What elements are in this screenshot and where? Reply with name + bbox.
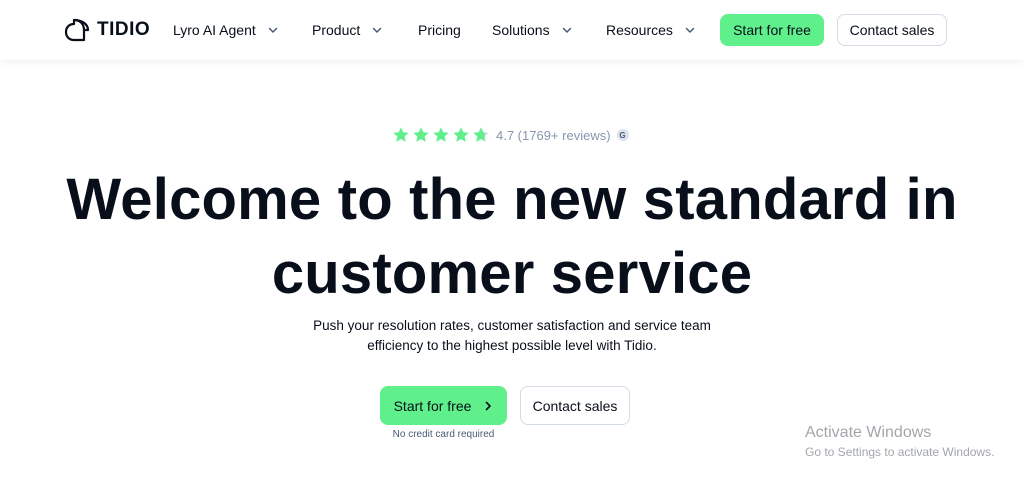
watermark-title: Activate Windows [805, 424, 932, 441]
brand-name: TIDIO [97, 19, 151, 40]
chevron-down-icon [268, 25, 278, 35]
g2-badge-icon: G [616, 129, 629, 141]
nav-contact-sales-button[interactable]: Contact sales [837, 14, 947, 46]
nav-item-lyro-ai-agent[interactable]: Lyro AI Agent [173, 20, 278, 40]
nav-item-resources[interactable]: Resources [606, 20, 695, 40]
chevron-down-icon [372, 25, 382, 35]
windows-activation-watermark: Activate Windows Go to Settings to activ… [805, 423, 994, 460]
top-navigation-bar: TIDIO Lyro AI Agent Product Pricing Solu… [0, 0, 1024, 60]
nav-item-solutions[interactable]: Solutions [492, 20, 572, 40]
chevron-right-icon [483, 401, 493, 411]
watermark-subtitle: Go to Settings to activate Windows. [805, 445, 995, 459]
nav-start-for-free-button[interactable]: Start for free [720, 14, 824, 46]
chevron-down-icon [685, 25, 695, 35]
hero-contact-sales-button[interactable]: Contact sales [520, 386, 630, 425]
rating-summary: 4.7 (1769+ reviews) G [392, 125, 629, 145]
nav-item-label: Lyro AI Agent [173, 22, 256, 38]
nav-item-label: Pricing [418, 22, 461, 38]
no-credit-card-note: No credit card required [392, 429, 495, 440]
star-icon [452, 126, 470, 144]
tidio-logo-icon [64, 18, 90, 42]
hero-subtext: Push your resolution rates, customer sat… [313, 318, 711, 353]
star-icon [432, 126, 450, 144]
nav-item-label: Product [312, 22, 361, 38]
hero-start-label: Start for free [393, 397, 472, 414]
hero-start-for-free-button[interactable]: Start for free [380, 386, 507, 425]
chevron-down-icon [562, 25, 572, 35]
tidio-logo[interactable]: TIDIO [63, 16, 150, 44]
star-icon [392, 126, 410, 144]
hero-headline: Welcome to the new standard in customer … [66, 167, 958, 306]
star-partial-icon [472, 126, 490, 144]
rating-text: 4.7 (1769+ reviews) [496, 127, 611, 143]
star-icon [412, 126, 430, 144]
nav-item-label: Solutions [492, 22, 550, 38]
nav-item-product[interactable]: Product [312, 20, 382, 40]
nav-item-label: Resources [606, 22, 673, 38]
nav-item-pricing[interactable]: Pricing [418, 20, 461, 40]
